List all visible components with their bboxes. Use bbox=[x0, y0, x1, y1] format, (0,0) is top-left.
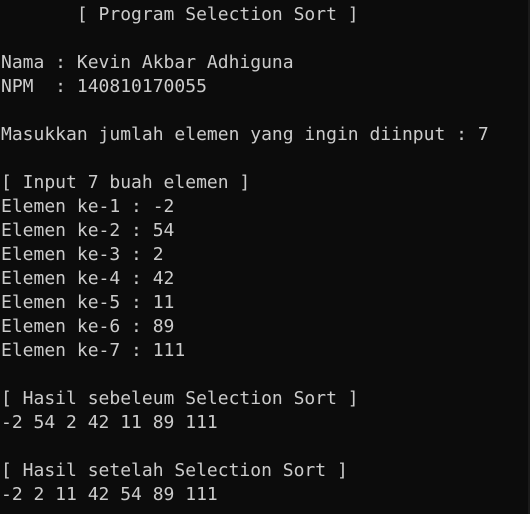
element-line-1: Elemen ke-1 : -2 bbox=[1, 196, 175, 217]
element-line-7: Elemen ke-7 : 111 bbox=[1, 340, 186, 361]
before-sort-header: [ Hasil sebeleum Selection Sort ] bbox=[1, 388, 359, 409]
element-line-4: Elemen ke-4 : 42 bbox=[1, 268, 175, 289]
element-line-2: Elemen ke-2 : 54 bbox=[1, 220, 175, 241]
element-line-5: Elemen ke-5 : 11 bbox=[1, 292, 175, 313]
after-sort-header: [ Hasil setelah Selection Sort ] bbox=[1, 460, 348, 481]
element-count-prompt: Masukkan jumlah elemen yang ingin diinpu… bbox=[1, 124, 489, 145]
program-title: [ Program Selection Sort ] bbox=[1, 4, 359, 25]
name-line: Nama : Kevin Akbar Adhiguna bbox=[1, 52, 294, 73]
npm-line: NPM : 140810170055 bbox=[1, 76, 207, 97]
element-line-3: Elemen ke-3 : 2 bbox=[1, 244, 164, 265]
element-line-6: Elemen ke-6 : 89 bbox=[1, 316, 175, 337]
before-sort-values: -2 54 2 42 11 89 111 bbox=[1, 412, 218, 433]
after-sort-values: -2 2 11 42 54 89 111 bbox=[1, 484, 218, 505]
input-header: [ Input 7 buah elemen ] bbox=[1, 172, 251, 193]
console-window[interactable]: [ Program Selection Sort ] Nama : Kevin … bbox=[0, 0, 530, 514]
